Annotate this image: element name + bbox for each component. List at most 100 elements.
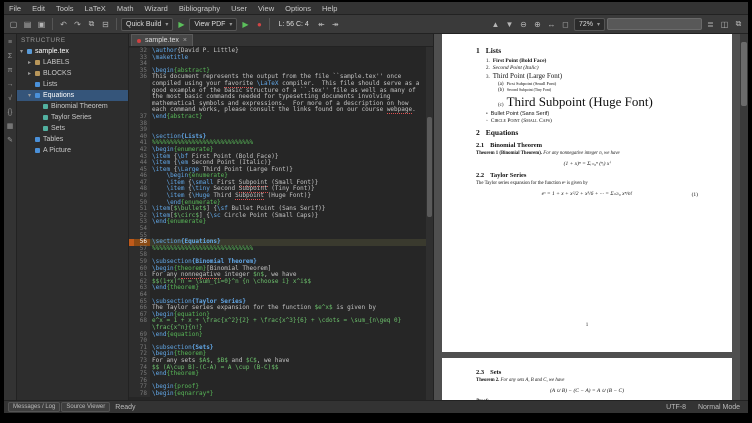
menu-math[interactable]: Math	[112, 4, 139, 13]
code-line[interactable]: 36This document represents the output fr…	[129, 74, 426, 114]
editor-scrollbar-thumb[interactable]	[427, 117, 432, 217]
menu-bibliography[interactable]: Bibliography	[174, 4, 225, 13]
menu-options[interactable]: Options	[280, 4, 316, 13]
code-line[interactable]: 53\end{enumerate}	[129, 219, 426, 226]
menu-help[interactable]: Help	[317, 4, 342, 13]
code-line[interactable]: 38	[129, 121, 426, 128]
tree-item-binomial-theorem[interactable]: Binomial Theorem	[17, 101, 128, 112]
tree-item-sets[interactable]: Sets	[17, 123, 128, 134]
code-line[interactable]: 37\end{abstract}	[129, 114, 426, 121]
external-viewer-icon[interactable]: ⧉	[732, 18, 745, 31]
panel-iconstrip: ≡ Σπ → √ {} ▦ ✎	[4, 34, 17, 400]
structure-panel-icon[interactable]: ≡	[5, 37, 16, 47]
tree-item-equations[interactable]: ▾Equations	[17, 90, 128, 101]
tree-item-blocks[interactable]: ▸BLOCKS	[17, 68, 128, 79]
menu-user[interactable]: User	[226, 4, 252, 13]
two-pages-icon[interactable]: ◫	[718, 18, 731, 31]
pdf-paragraph: The Taylor series expansion for the func…	[476, 181, 698, 186]
menu-tools[interactable]: Tools	[51, 4, 79, 13]
tree-item-label: Binomial Theorem	[51, 103, 108, 110]
code-line[interactable]: 78\begin{eqnarray*}	[129, 391, 426, 398]
pdf-scrollbar-thumb[interactable]	[741, 42, 747, 106]
subsection-icon	[43, 104, 48, 109]
pdf-equation: (1 + x)ⁿ = Σᵢ₌₀ⁿ (ⁿᵢ) xⁱ	[476, 161, 698, 167]
status-ready-label: Ready	[115, 404, 135, 411]
menu-wizard[interactable]: Wizard	[140, 4, 173, 13]
toolbar-separator	[116, 18, 117, 30]
quick-build-label: Quick Build	[126, 21, 161, 28]
editor-body: 32\author{David P. Little}33\maketitle34…	[129, 47, 433, 400]
code-line[interactable]: 63\end{theorem}	[129, 285, 426, 292]
menu-file[interactable]: File	[4, 4, 26, 13]
stop-icon[interactable]: ●	[253, 20, 265, 29]
tree-expand-icon: ▸	[28, 59, 34, 66]
tree-item-a-picture[interactable]: A Picture	[17, 145, 128, 156]
new-file-icon[interactable]: ▢	[7, 18, 20, 31]
menu-view[interactable]: View	[253, 4, 279, 13]
code-line[interactable]: 33\maketitle	[129, 55, 426, 62]
goto-previous-icon[interactable]: ↞	[315, 18, 328, 31]
metapost-panel-icon[interactable]: ✎	[5, 135, 16, 145]
delimiters-panel-icon[interactable]: {}	[5, 107, 16, 117]
greek-panel-icon[interactable]: π	[5, 65, 16, 75]
code-line-text: \end{equation}	[150, 332, 426, 339]
symbols-panel-icon[interactable]: Σ	[5, 51, 16, 61]
paste-icon[interactable]: ⊟	[99, 18, 112, 31]
copy-icon[interactable]: ⧉	[85, 18, 98, 31]
menu-latex[interactable]: LaTeX	[80, 4, 111, 13]
tree-item-label: Taylor Series	[51, 114, 91, 121]
toolbar-edit-icons: ↶↷⧉⊟	[57, 18, 112, 31]
quick-build-dropdown[interactable]: Quick Build ▾	[121, 18, 173, 31]
pdf-list-item: (b)Second Subpoint (Tiny Font)	[476, 88, 698, 93]
tree-item-taylor-series[interactable]: Taylor Series	[17, 112, 128, 123]
pdf-list-item: ◦Circle Point (Small Caps)	[476, 118, 698, 124]
menu-edit[interactable]: Edit	[27, 4, 50, 13]
view-pdf-dropdown[interactable]: View PDF ▾	[189, 18, 237, 31]
run-quick-build-icon[interactable]: ▶	[175, 20, 187, 29]
tab-sample-tex[interactable]: sample.tex ×	[131, 34, 193, 46]
tree-item-lists[interactable]: Lists	[17, 79, 128, 90]
pstricks-panel-icon[interactable]: ▦	[5, 121, 16, 131]
misc-symbols-panel-icon[interactable]: √	[5, 93, 16, 103]
zoom-dropdown[interactable]: 72% ▾	[574, 18, 605, 31]
zoom-in-icon[interactable]: ⊕	[531, 18, 544, 31]
undo-icon[interactable]: ↶	[57, 18, 70, 31]
code-line-text: \maketitle	[150, 55, 426, 62]
tree-item-tables[interactable]: Tables	[17, 134, 128, 145]
arrows-panel-icon[interactable]: →	[5, 79, 16, 89]
zoom-value: 72%	[579, 21, 593, 28]
tree-item-labels[interactable]: ▸LABELS	[17, 57, 128, 68]
code-line[interactable]: 54	[129, 226, 426, 233]
save-icon[interactable]: ▣	[35, 18, 48, 31]
tree-expand-icon: ▾	[20, 48, 26, 55]
code-lines[interactable]: 32\author{David P. Little}33\maketitle34…	[129, 47, 426, 400]
goto-next-icon[interactable]: ↠	[329, 18, 342, 31]
code-line-text: \end{theorem}	[150, 285, 426, 292]
next-page-icon[interactable]: ▼	[503, 18, 516, 31]
continuous-scroll-icon[interactable]: ≣	[704, 18, 717, 31]
panel-tab-source-viewer[interactable]: Source Viewer	[61, 402, 110, 412]
panel-tab-messages-log[interactable]: Messages / Log	[8, 402, 60, 412]
line-number: 68	[134, 318, 150, 331]
status-bar: Messages / LogSource Viewer Ready UTF-8 …	[4, 400, 748, 413]
pdf-scrollbar[interactable]	[740, 34, 748, 400]
menubar-items: FileEditToolsLaTeXMathWizardBibliography…	[4, 4, 342, 13]
fit-width-icon[interactable]: ↔	[545, 18, 558, 31]
run-view-pdf-icon[interactable]: ▶	[239, 20, 251, 29]
code-line[interactable]: 69\end{equation}	[129, 332, 426, 339]
code-line-text: \begin{eqnarray*}	[150, 391, 426, 398]
editor-scrollbar[interactable]	[426, 47, 433, 400]
chevron-down-icon: ▾	[229, 21, 232, 28]
fit-page-icon[interactable]: ◻	[559, 18, 572, 31]
close-tab-icon[interactable]: ×	[183, 37, 187, 44]
zoom-out-icon[interactable]: ⊖	[517, 18, 530, 31]
tree-item-sample-tex[interactable]: ▾sample.tex	[17, 46, 128, 57]
code-line[interactable]: 75\end{theorem}	[129, 371, 426, 378]
pdf-search-input[interactable]	[607, 18, 702, 30]
redo-icon[interactable]: ↷	[71, 18, 84, 31]
code-line[interactable]: 57%%%%%%%%%%%%%%%%%%%%%%%%%%%%	[129, 246, 426, 253]
previous-page-icon[interactable]: ▲	[489, 18, 502, 31]
pdf-page-number: 1	[442, 323, 732, 328]
pdf-scroll-area[interactable]: 1 1Lists1.First Point (Bold Face)2.Secon…	[434, 34, 740, 400]
open-file-icon[interactable]: ▤	[21, 18, 34, 31]
